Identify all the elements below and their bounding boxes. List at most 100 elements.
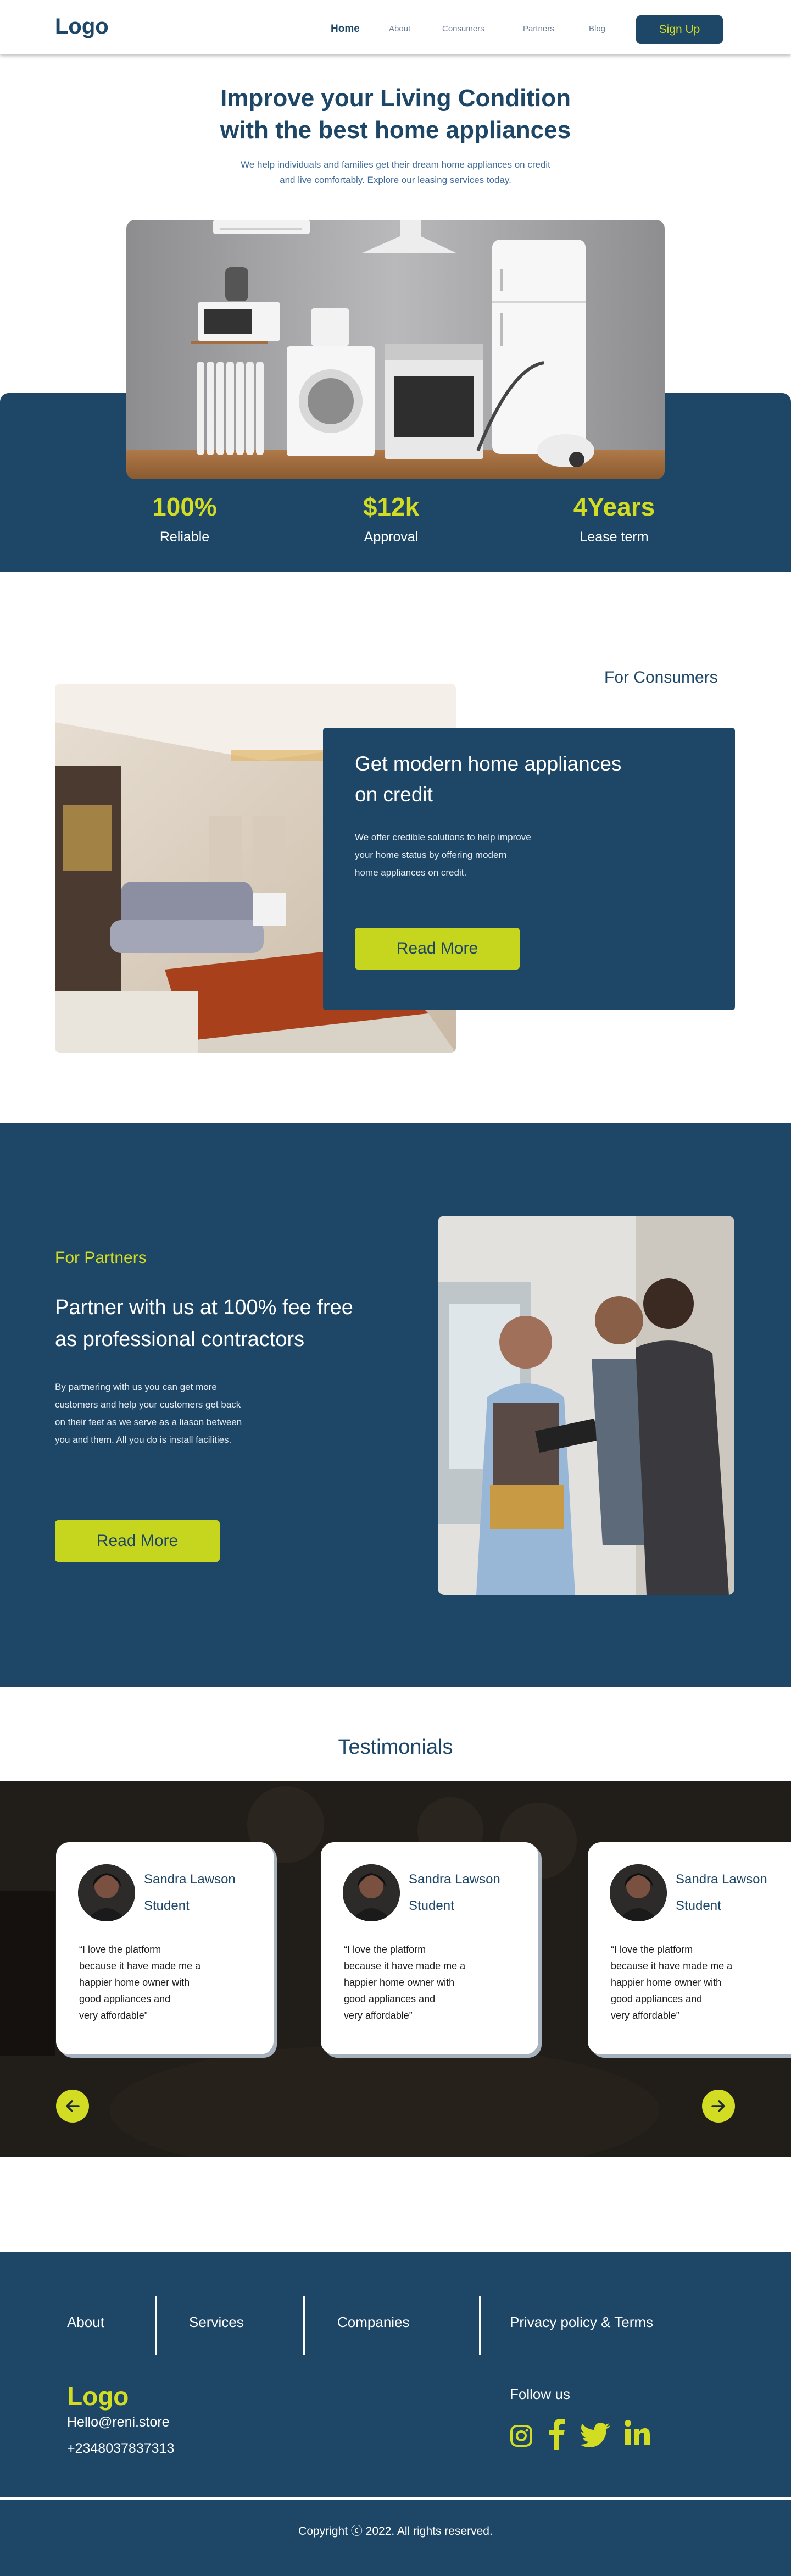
- partners-tag: For Partners: [55, 1249, 147, 1267]
- quote-line: good appliances and: [344, 1993, 436, 2004]
- footer-divider: [155, 2296, 157, 2355]
- consumers-body-line: your home status by offering modern: [355, 850, 507, 860]
- hero-title-line: Improve your Living Condition: [220, 85, 571, 112]
- testimonial-quote: “I love the platform because it have mad…: [79, 1941, 227, 2024]
- testimonials-carousel: Sandra Lawson Student “I love the platfo…: [0, 1781, 791, 2157]
- landing-page: Logo Home About Consumers Partners Blog …: [0, 0, 791, 2576]
- partners-section: For Partners Partner with us at 100% fee…: [0, 1123, 791, 1687]
- consumers-card: Get modern home appliances on credit We …: [323, 728, 735, 1010]
- consumers-title-line: Get modern home appliances: [355, 752, 622, 775]
- nav-about[interactable]: About: [389, 24, 410, 34]
- testimonial-name: Sandra Lawson: [144, 1872, 236, 1887]
- avatar: [343, 1864, 400, 1921]
- testimonial-role: Student: [676, 1898, 721, 1913]
- stat-label: Approval: [364, 529, 419, 545]
- quote-line: happier home owner with: [344, 1977, 455, 1988]
- partners-read-more-button[interactable]: Read More: [55, 1520, 220, 1562]
- footer-phone[interactable]: +2348037837313: [67, 2441, 174, 2457]
- consumers-body-line: home appliances on credit.: [355, 867, 467, 878]
- testimonial-card: Sandra Lawson Student “I love the platfo…: [56, 1842, 274, 2054]
- logo[interactable]: Logo: [55, 14, 109, 39]
- stat-approval: $12k Approval: [309, 492, 474, 545]
- appliances-image: [126, 220, 665, 479]
- testimonial-name: Sandra Lawson: [409, 1872, 500, 1887]
- stat-label: Reliable: [159, 529, 210, 545]
- stat-lease-term: 4Years Lease term: [532, 492, 697, 545]
- testimonials-title: Testimonials: [338, 1736, 453, 1759]
- footer-rule: [0, 2497, 791, 2500]
- partners-body-line: you and them. All you do is install faci…: [55, 1434, 232, 1445]
- consumers-read-more-button[interactable]: Read More: [355, 928, 520, 970]
- footer-link-privacy[interactable]: Privacy policy & Terms: [510, 2314, 653, 2331]
- top-navbar: Logo Home About Consumers Partners Blog …: [0, 0, 791, 54]
- partners-title-line: Partner with us at 100% fee free: [55, 1296, 353, 1319]
- linkedin-icon[interactable]: [624, 2420, 650, 2449]
- quote-line: because it have made me a: [79, 1960, 201, 1971]
- avatar: [610, 1864, 667, 1921]
- follow-us-label: Follow us: [510, 2386, 570, 2402]
- testimonial-role: Student: [144, 1898, 190, 1913]
- consumers-title: Get modern home appliances on credit: [355, 749, 695, 810]
- footer-email[interactable]: Hello@reni.store: [67, 2414, 170, 2430]
- nav-blog[interactable]: Blog: [589, 24, 605, 34]
- stat-reliable: 100% Reliable: [102, 492, 267, 545]
- stat-value: 4Years: [573, 492, 655, 521]
- carousel-next-button[interactable]: [702, 2090, 735, 2123]
- twitter-icon[interactable]: [580, 2422, 611, 2451]
- quote-line: good appliances and: [611, 1993, 703, 2004]
- carousel-prev-button[interactable]: [56, 2090, 89, 2123]
- quote-line: because it have made me a: [611, 1960, 733, 1971]
- footer-link-about[interactable]: About: [67, 2314, 104, 2331]
- avatar: [78, 1864, 135, 1921]
- instagram-icon[interactable]: [509, 2423, 534, 2451]
- testimonial-role: Student: [409, 1898, 454, 1913]
- consumers-tag: For Consumers: [604, 668, 718, 686]
- consumers-body-line: We offer credible solutions to help impr…: [355, 832, 531, 843]
- partners-body-line: on their feet as we serve as a liason be…: [55, 1417, 242, 1427]
- hero-subtitle: We help individuals and families get the…: [198, 157, 593, 188]
- nav-partners[interactable]: Partners: [523, 24, 554, 34]
- quote-line: very affordable”: [344, 2010, 413, 2021]
- partners-body: By partnering with us you can get more c…: [55, 1378, 297, 1449]
- arrow-left-icon: [66, 2100, 80, 2112]
- nav-home[interactable]: Home: [331, 23, 360, 35]
- footer: About Services Companies Privacy policy …: [0, 2252, 791, 2576]
- quote-line: very affordable”: [79, 2010, 148, 2021]
- footer-link-companies[interactable]: Companies: [337, 2314, 410, 2331]
- quote-line: “I love the platform: [611, 1944, 693, 1955]
- footer-divider: [303, 2296, 305, 2355]
- partners-body-line: By partnering with us you can get more: [55, 1382, 217, 1392]
- quote-line: very affordable”: [611, 2010, 679, 2021]
- hero-subtitle-line: We help individuals and families get the…: [241, 159, 550, 170]
- facebook-icon[interactable]: [547, 2419, 569, 2452]
- hero-title: Improve your Living Condition with the b…: [0, 82, 791, 146]
- partners-body-line: customers and help your customers get ba…: [55, 1399, 241, 1410]
- hero-title-line: with the best home appliances: [220, 117, 571, 143]
- quote-line: happier home owner with: [611, 1977, 722, 1988]
- nav-consumers[interactable]: Consumers: [442, 24, 484, 34]
- partners-title: Partner with us at 100% fee free as prof…: [55, 1292, 406, 1355]
- footer-logo[interactable]: Logo: [67, 2381, 129, 2411]
- quote-line: happier home owner with: [79, 1977, 190, 1988]
- footer-link-services[interactable]: Services: [189, 2314, 244, 2331]
- stat-value: 100%: [152, 492, 217, 521]
- quote-line: “I love the platform: [344, 1944, 426, 1955]
- testimonial-name: Sandra Lawson: [676, 1872, 767, 1887]
- quote-line: because it have made me a: [344, 1960, 466, 1971]
- footer-divider: [479, 2296, 481, 2355]
- copyright: Copyright ⓒ 2022. All rights reserved.: [298, 2525, 493, 2538]
- testimonial-card: Sandra Lawson Student “I love the platfo…: [321, 1842, 538, 2054]
- consumers-body: We offer credible solutions to help impr…: [355, 829, 586, 882]
- contractor-image: [438, 1216, 734, 1595]
- signup-button[interactable]: Sign Up: [636, 15, 723, 44]
- consumers-title-line: on credit: [355, 783, 433, 806]
- hero-subtitle-line: and live comfortably. Explore our leasin…: [280, 175, 511, 185]
- quote-line: good appliances and: [79, 1993, 171, 2004]
- testimonial-quote: “I love the platform because it have mad…: [611, 1941, 759, 2024]
- quote-line: “I love the platform: [79, 1944, 161, 1955]
- testimonial-quote: “I love the platform because it have mad…: [344, 1941, 492, 2024]
- stat-value: $12k: [363, 492, 420, 521]
- testimonial-card: Sandra Lawson Student “I love the platfo…: [588, 1842, 791, 2054]
- stat-label: Lease term: [580, 529, 649, 545]
- partners-title-line: as professional contractors: [55, 1328, 305, 1351]
